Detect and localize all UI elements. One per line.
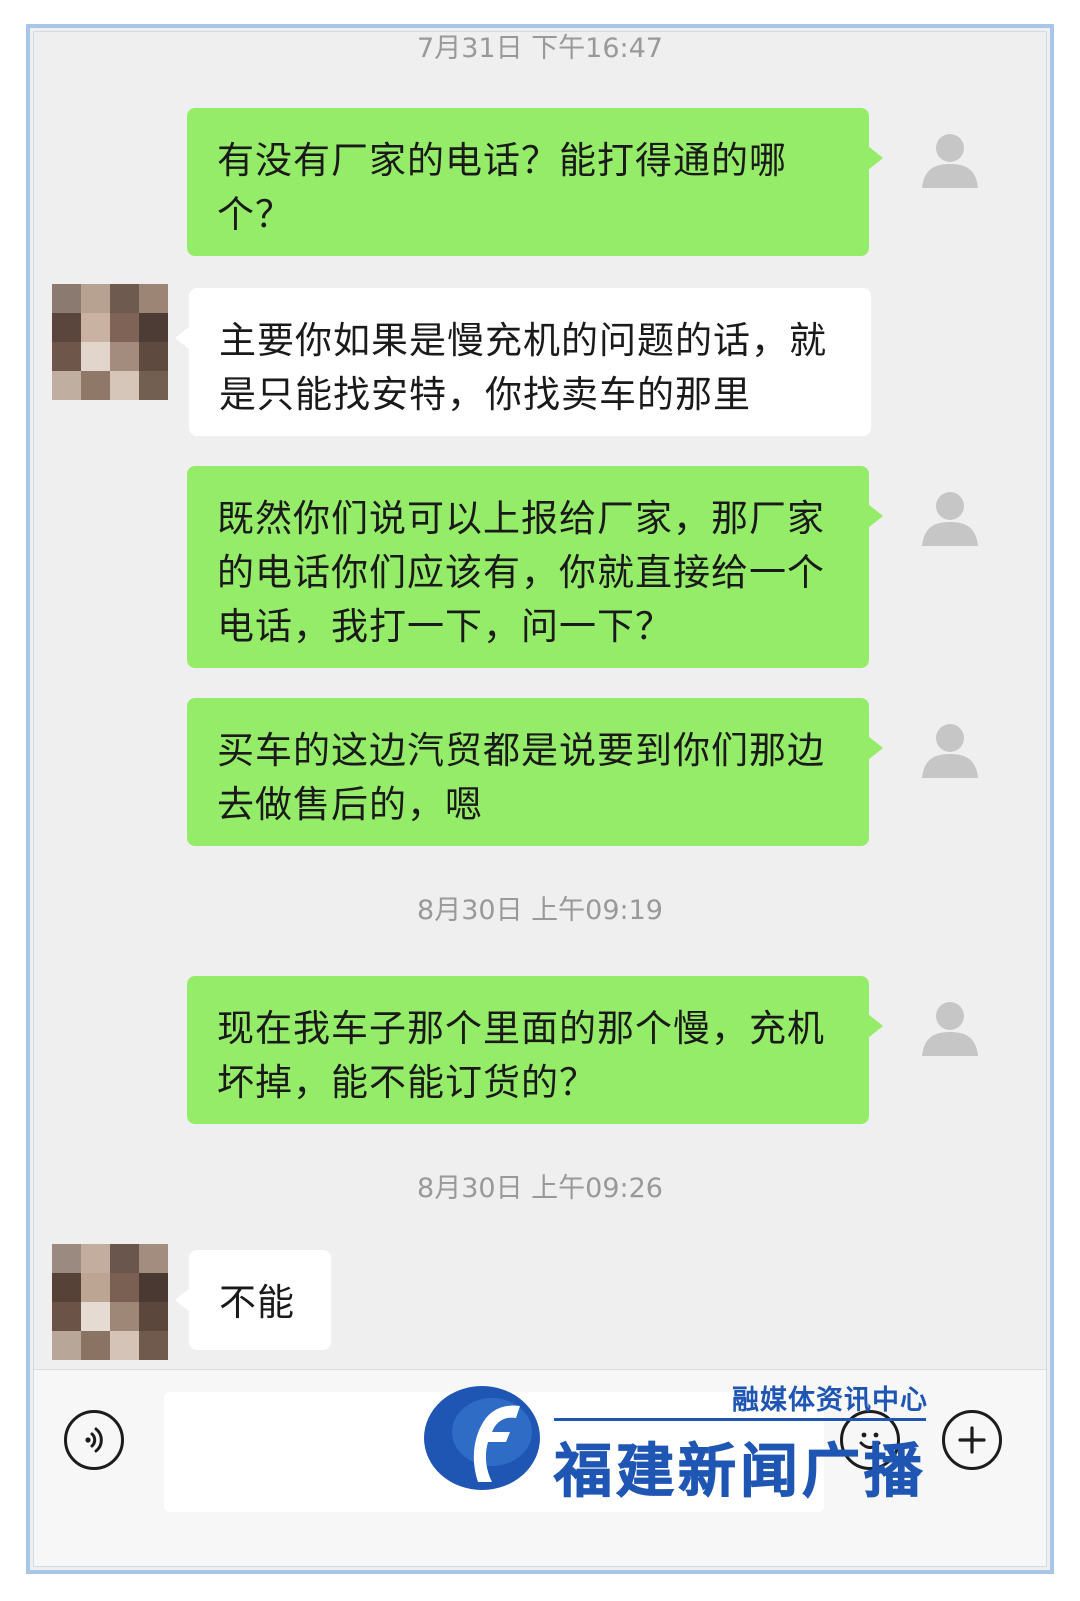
message-bubble-received[interactable]: 主要你如果是慢充机的问题的话，就是只能找安特，你找卖车的那里: [175, 288, 871, 436]
message-bubble-sent[interactable]: 既然你们说可以上报给厂家，那厂家的电话你们应该有，你就直接给一个电话，我打一下，…: [187, 466, 883, 668]
watermark: 融媒体资讯中心 福建新闻广播: [420, 1372, 1020, 1506]
message-bubble-sent[interactable]: 现在我车子那个里面的那个慢，充机坏掉，能不能订货的？: [187, 976, 883, 1124]
contact-avatar[interactable]: [52, 284, 168, 400]
message-bubble-sent[interactable]: 有没有厂家的电话？能打得通的哪个？: [187, 108, 883, 256]
timestamp: 7月31日 下午16:47: [417, 33, 663, 64]
watermark-subtitle: 融媒体资讯中心: [732, 1385, 928, 1416]
timestamp: 8月30日 上午09:26: [417, 1173, 663, 1204]
message-bubble-received[interactable]: 不能: [175, 1250, 331, 1350]
default-avatar-icon[interactable]: [918, 486, 982, 550]
default-avatar-icon[interactable]: [918, 996, 982, 1060]
voice-button[interactable]: [64, 1410, 124, 1470]
contact-avatar[interactable]: [52, 1244, 168, 1360]
message-bubble-sent[interactable]: 买车的这边汽贸都是说要到你们那边去做售后的，嗯: [187, 698, 883, 846]
watermark-divider: [554, 1418, 926, 1421]
watermark-title: 福建新闻广播: [553, 1437, 927, 1506]
timestamp: 8月30日 上午09:19: [417, 895, 663, 926]
voice-icon: [85, 1427, 103, 1453]
chat-window: 7月31日 下午16:47 有没有厂家的电话？能打得通的哪个？ 主要你如果是慢充…: [26, 24, 1054, 1574]
default-avatar-icon[interactable]: [918, 718, 982, 782]
default-avatar-icon[interactable]: [918, 128, 982, 192]
fujian-radio-logo: [424, 1386, 540, 1490]
